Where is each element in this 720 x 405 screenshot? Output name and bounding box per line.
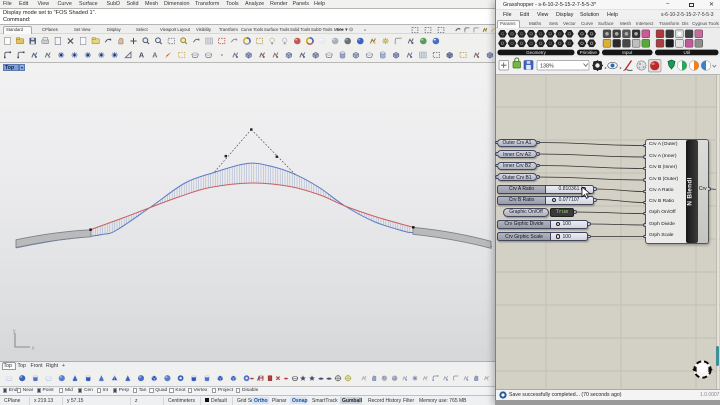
svg-text:N Blendl: N Blendl (687, 177, 694, 205)
